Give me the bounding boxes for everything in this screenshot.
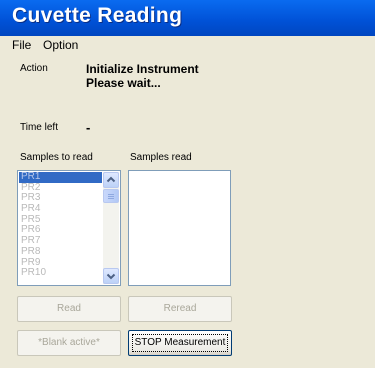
time-left-label: Time left [20,122,58,133]
menu-bar: File Option [0,36,375,54]
read-button-label: Read [57,303,81,314]
samples-to-read-items: PR1 PR2 PR3 PR4 PR5 PR6 PR7 PR8 PR9 PR10 [19,171,102,279]
samples-read-label: Samples read [130,152,192,163]
samples-to-read-list[interactable]: PR1 PR2 PR3 PR4 PR5 PR6 PR7 PR8 PR9 PR10 [17,170,121,286]
sample-list-item[interactable]: PR10 [19,267,102,279]
reread-button-label: Reread [163,303,197,314]
blank-active-button-label: *Blank active* [38,337,100,348]
blank-active-button[interactable]: *Blank active* [17,330,121,356]
main-panel: Action Initialize Instrument Please wait… [0,54,375,368]
time-left-value: - [86,120,91,135]
title-bar[interactable]: Cuvette Reading [0,0,375,36]
thumb-grip [108,194,114,195]
stop-measurement-button[interactable]: STOP Measurement [128,330,232,356]
menu-option[interactable]: Option [43,38,78,52]
samples-read-list[interactable] [128,170,231,286]
action-message-line2: Please wait... [86,76,161,90]
samples-to-read-label: Samples to read [20,152,93,163]
reread-button[interactable]: Reread [128,296,232,322]
scroll-thumb[interactable] [103,189,119,203]
menu-file[interactable]: File [12,38,31,52]
thumb-grip [108,198,114,199]
scroll-up-button[interactable] [103,172,119,188]
cuvette-reading-window: Cuvette Reading File Option Action Initi… [0,0,375,368]
action-message-line1: Initialize Instrument [86,62,199,76]
sample-list-item[interactable]: PR8 [19,246,102,258]
samples-to-read-scrollbar[interactable] [103,172,119,284]
scroll-down-button[interactable] [103,268,119,284]
read-button[interactable]: Read [17,296,121,322]
window-title: Cuvette Reading [12,4,183,27]
action-label: Action [20,63,48,74]
thumb-grip [108,196,114,197]
action-message: Initialize Instrument Please wait... [86,62,199,90]
chevron-down-icon [106,273,116,280]
chevron-up-icon [106,176,116,183]
stop-measurement-button-label: STOP Measurement [134,337,226,348]
